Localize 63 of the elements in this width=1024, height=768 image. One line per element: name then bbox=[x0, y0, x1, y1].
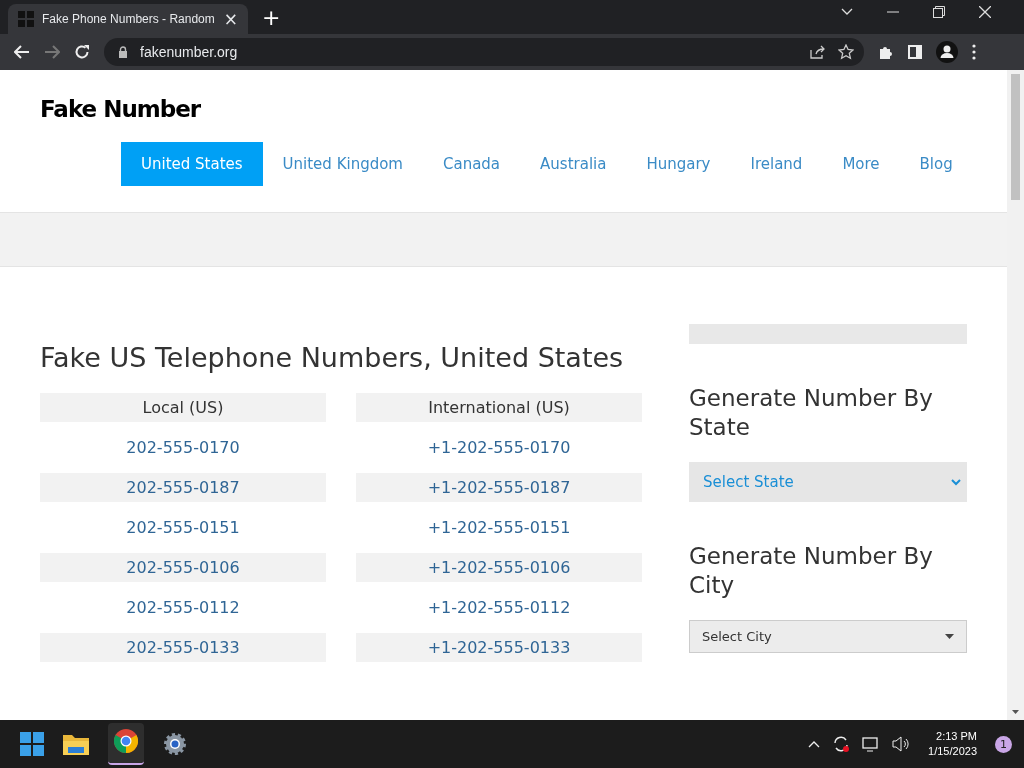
speaker-icon[interactable] bbox=[892, 736, 911, 752]
scroll-down-arrow-icon[interactable] bbox=[1012, 710, 1019, 714]
scroll-thumb[interactable] bbox=[1011, 74, 1020, 200]
page-title: Fake US Telephone Numbers, United States bbox=[40, 342, 625, 373]
menu-icon[interactable] bbox=[972, 44, 976, 60]
share-icon[interactable] bbox=[810, 45, 826, 59]
nav-link[interactable]: Australia bbox=[520, 142, 627, 186]
phone-number-link[interactable]: +1-202-555-0106 bbox=[356, 553, 642, 582]
phone-number-link[interactable]: 202-555-0170 bbox=[40, 433, 326, 462]
column-header: International (US) bbox=[356, 393, 642, 422]
url-text: fakenumber.org bbox=[140, 44, 238, 60]
city-dropdown[interactable]: Select City bbox=[689, 620, 967, 653]
phone-number-link[interactable]: +1-202-555-0170 bbox=[356, 433, 642, 462]
phone-number-link[interactable]: 202-555-0133 bbox=[40, 633, 326, 662]
address-bar[interactable]: fakenumber.org bbox=[104, 38, 864, 66]
notification-badge[interactable]: 1 bbox=[995, 735, 1012, 753]
puzzle-icon[interactable] bbox=[878, 44, 894, 60]
clock-time[interactable]: 2:13 PM bbox=[936, 729, 977, 744]
site-logo[interactable]: Fake Number bbox=[40, 96, 201, 122]
sidebar-icon[interactable] bbox=[908, 45, 922, 59]
close-icon[interactable] bbox=[979, 5, 991, 18]
tab-title: Fake Phone Numbers - Random bbox=[42, 12, 216, 26]
sync-icon[interactable] bbox=[832, 735, 851, 753]
nav-link[interactable]: Hungary bbox=[626, 142, 731, 186]
phone-number-link[interactable]: +1-202-555-0112 bbox=[356, 593, 642, 622]
monitor-icon[interactable] bbox=[862, 736, 881, 752]
phone-number-link[interactable]: 202-555-0106 bbox=[40, 553, 326, 582]
star-icon[interactable] bbox=[838, 44, 854, 60]
caret-icon bbox=[945, 634, 954, 639]
nav-link[interactable]: Ireland bbox=[730, 142, 823, 186]
forward-arrow-icon[interactable] bbox=[44, 45, 60, 59]
grid-icon bbox=[18, 11, 34, 27]
reload-icon[interactable] bbox=[74, 44, 90, 60]
chevron-down-icon[interactable] bbox=[841, 7, 853, 16]
clock-date[interactable]: 1/15/2023 bbox=[928, 744, 977, 759]
folder-icon[interactable] bbox=[63, 733, 89, 755]
scrollbar[interactable] bbox=[1007, 70, 1024, 720]
chevron-up-icon[interactable] bbox=[808, 740, 821, 748]
restore-icon[interactable] bbox=[933, 5, 945, 18]
windows-start-icon[interactable] bbox=[20, 732, 44, 756]
phone-number-link[interactable]: 202-555-0112 bbox=[40, 593, 326, 622]
browser-icon[interactable] bbox=[114, 729, 138, 753]
nav-link[interactable]: Blog bbox=[899, 142, 973, 186]
section-heading: Generate Number By State bbox=[689, 384, 934, 442]
nav-link[interactable]: More bbox=[822, 142, 900, 186]
phone-number-link[interactable]: 202-555-0151 bbox=[40, 513, 326, 542]
new-tab-button[interactable]: + bbox=[262, 7, 281, 29]
nav-link[interactable]: Canada bbox=[423, 142, 521, 186]
close-tab-button[interactable]: × bbox=[223, 10, 238, 28]
chevron-down-icon bbox=[951, 478, 961, 486]
minimize-icon[interactable] bbox=[887, 10, 899, 13]
phone-number-link[interactable]: +1-202-555-0133 bbox=[356, 633, 642, 662]
nav-link[interactable]: United Kingdom bbox=[262, 142, 423, 186]
section-heading: Generate Number By City bbox=[689, 542, 934, 600]
lock-icon bbox=[118, 46, 128, 58]
phone-number-link[interactable]: +1-202-555-0187 bbox=[356, 473, 642, 502]
phone-number-link[interactable]: +1-202-555-0151 bbox=[356, 513, 642, 542]
column-header: Local (US) bbox=[40, 393, 326, 422]
back-arrow-icon[interactable] bbox=[14, 45, 30, 59]
profile-icon[interactable] bbox=[936, 41, 958, 63]
gear-icon[interactable] bbox=[163, 732, 187, 756]
browser-tab[interactable]: Fake Phone Numbers - Random × bbox=[8, 4, 248, 34]
phone-number-link[interactable]: 202-555-0187 bbox=[40, 473, 326, 502]
